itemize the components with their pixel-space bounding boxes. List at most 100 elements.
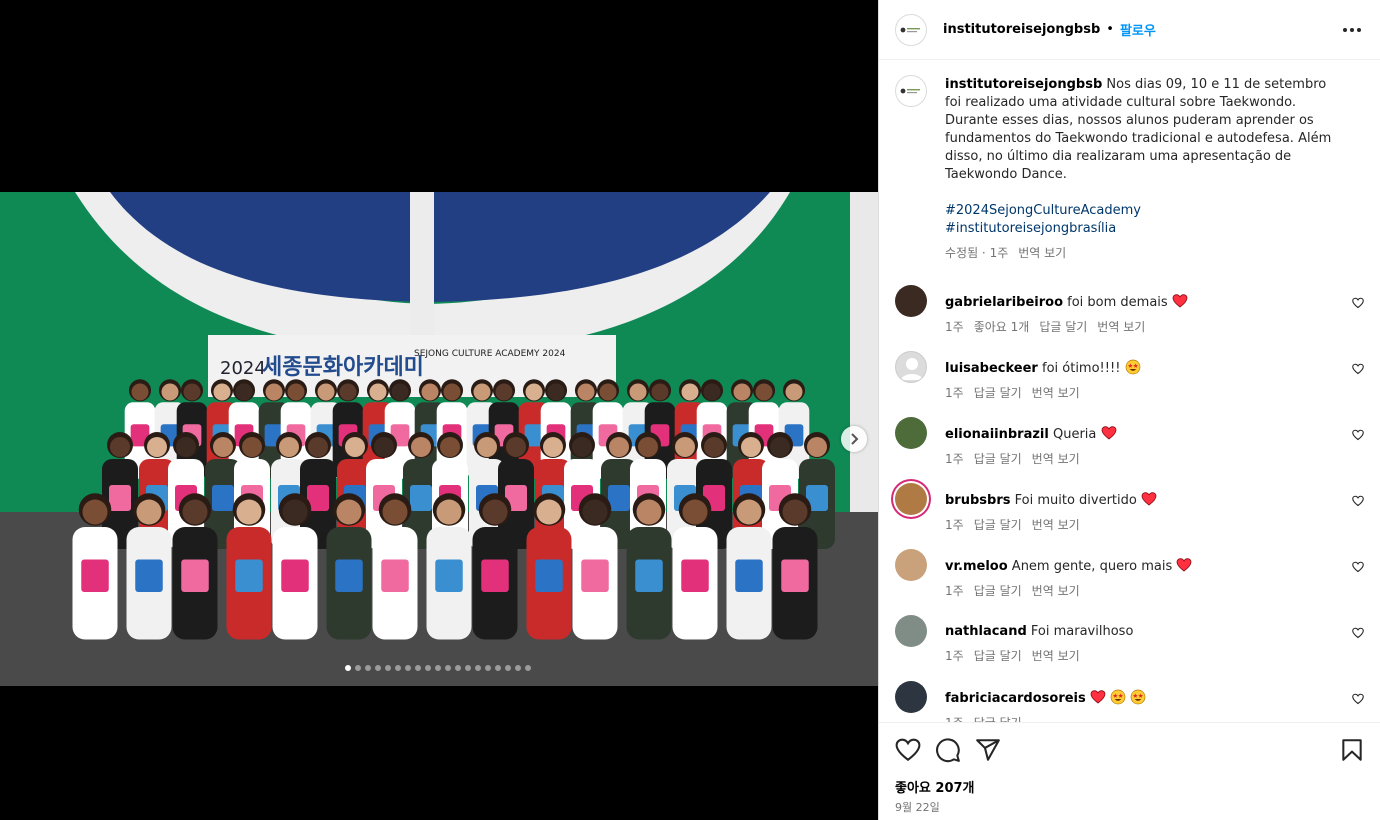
comment-username[interactable]: vr.meloo [945,559,1008,574]
comment-item: luisabeckeer foi ótimo!!!! 1주 답글 달기 번역 보기 [879,351,1380,425]
carousel-dot [495,665,501,671]
comment-meta: 1주 답글 달기 번역 보기 [945,647,1332,664]
like-comment-heart-icon[interactable] [1352,693,1364,705]
comment-text-block: brubsbrs Foi muito divertido [945,491,1332,510]
share-icon[interactable] [975,737,1001,763]
comment-icon[interactable] [935,737,961,763]
comment-username[interactable]: nathlacand [945,624,1027,639]
comment-meta: 1주 답글 달기 번역 보기 [945,384,1332,401]
comments-scroll-area[interactable]: institutoreisejongbsb Nos dias 09, 10 e … [879,61,1380,723]
carousel-dot [365,665,371,671]
bookmark-icon[interactable] [1339,737,1365,763]
carousel-dot [485,665,491,671]
reply-button[interactable]: 답글 달기 [974,516,1022,533]
likes-count[interactable]: 좋아요 207개 [895,777,975,796]
reply-button[interactable]: 답글 달기 [974,450,1022,467]
red-heart-emoji-icon [1090,690,1106,704]
carousel-dot [375,665,381,671]
commenter-avatar[interactable] [895,549,927,581]
comment-username[interactable]: brubsbrs [945,493,1010,508]
caption-username[interactable]: institutoreisejongbsb [945,77,1102,92]
carousel-dot [505,665,511,671]
institute-logo-icon [900,27,920,32]
separator-dot: • [1106,22,1114,37]
heart-icon[interactable] [895,737,921,763]
star-struck-emoji-icon [1125,359,1140,375]
comment-item: fabriciacardosoreis 1주 답글 달기 [879,681,1380,723]
translate-button[interactable]: 번역 보기 [1032,384,1080,401]
comment-time[interactable]: 1주 [945,647,964,664]
post-header: institutoreisejongbsb • 팔로우 [879,0,1380,60]
comment-time[interactable]: 1주 [945,516,964,533]
hashtag-link[interactable]: #2024SejongCultureAcademy [945,202,1332,220]
translate-button[interactable]: 번역 보기 [1018,244,1066,261]
like-comment-heart-icon[interactable] [1352,363,1364,375]
carousel-dot [455,665,461,671]
comment-username[interactable]: fabriciacardosoreis [945,691,1086,706]
reply-button[interactable]: 답글 달기 [974,384,1022,401]
post-actions: 좋아요 207개 9월 22일 [879,722,1380,820]
carousel-dot [465,665,471,671]
carousel-dot [405,665,411,671]
commenter-avatar[interactable] [895,351,927,383]
commenter-avatar[interactable] [895,681,927,713]
comment-text: foi ótimo!!!! [1042,361,1121,376]
header-username[interactable]: institutoreisejongbsb [943,22,1100,37]
profile-avatar[interactable] [895,13,927,46]
translate-button[interactable]: 번역 보기 [1032,582,1080,599]
translate-button[interactable]: 번역 보기 [1032,647,1080,664]
post-date[interactable]: 9월 22일 [895,799,940,815]
like-comment-heart-icon[interactable] [1352,627,1364,639]
reply-button[interactable]: 답글 달기 [974,647,1022,664]
follow-button[interactable]: 팔로우 [1120,20,1156,39]
comment-username[interactable]: elionaiinbrazil [945,427,1049,442]
carousel-dot [425,665,431,671]
comment-item: elionaiinbrazil Queria 1주 답글 달기 번역 보기 [879,417,1380,491]
comment-item: nathlacand Foi maravilhoso 1주 답글 달기 번역 보기 [879,615,1380,689]
comment-text-block: luisabeckeer foi ótimo!!!! [945,359,1332,378]
comment-username[interactable]: gabrielaribeiroo [945,295,1063,310]
banner-korean: 세종문화아카데미 [262,355,424,380]
reply-button[interactable]: 답글 달기 [974,582,1022,599]
chevron-right-icon [851,433,859,445]
translate-button[interactable]: 번역 보기 [1032,450,1080,467]
commenter-avatar[interactable] [895,285,927,317]
hashtag-link[interactable]: #institutoreisejongbrasília [945,220,1332,238]
red-heart-emoji-icon [1141,492,1157,506]
like-comment-heart-icon[interactable] [1352,561,1364,573]
comment-username[interactable]: luisabeckeer [945,361,1038,376]
next-photo-button[interactable] [841,426,867,452]
post-photo[interactable]: 2024 세종문화아카데미 SEJONG CULTURE ACADEMY 202… [0,192,878,686]
red-heart-emoji-icon [1101,426,1116,440]
comment-item: gabrielaribeiroo foi bom demais 1주 좋아요 1개… [879,285,1380,359]
comment-time[interactable]: 1주 [945,582,964,599]
like-comment-heart-icon[interactable] [1352,297,1364,309]
caption-avatar[interactable] [895,75,927,107]
comment-time[interactable]: 1주 [945,384,964,401]
reply-button[interactable]: 답글 달기 [1039,318,1087,335]
caption-text: Nos dias 09, 10 e 11 de setembro foi rea… [945,77,1332,182]
carousel-dot [445,665,451,671]
commenter-avatar[interactable] [895,615,927,647]
like-comment-heart-icon[interactable] [1352,429,1364,441]
comment-time[interactable]: 1주 [945,318,964,335]
banner-title: SEJONG CULTURE ACADEMY 2024 [414,349,566,359]
caption-meta: 수정됨 · 1주 번역 보기 [945,244,1332,261]
translate-button[interactable]: 번역 보기 [1032,516,1080,533]
comment-text: Foi muito divertido [1014,493,1137,508]
comment-meta: 1주 답글 달기 번역 보기 [945,450,1332,467]
like-comment-heart-icon[interactable] [1352,495,1364,507]
comment-likes[interactable]: 좋아요 1개 [974,318,1030,335]
default-avatar-icon [901,358,923,380]
red-heart-emoji-icon [1172,294,1188,308]
more-options-icon[interactable] [1342,20,1362,40]
carousel-dot [525,665,531,671]
comment-time[interactable]: 1주 [945,450,964,467]
banner-year: 2024 [220,358,266,379]
caption-time: 수정됨 · 1주 [945,246,1009,260]
star-struck-emoji-icon [1130,689,1146,705]
commenter-avatar[interactable] [895,483,927,515]
comment-item: brubsbrs Foi muito divertido 1주 답글 달기 번역 보… [879,483,1380,557]
translate-button[interactable]: 번역 보기 [1097,318,1145,335]
commenter-avatar[interactable] [895,417,927,449]
